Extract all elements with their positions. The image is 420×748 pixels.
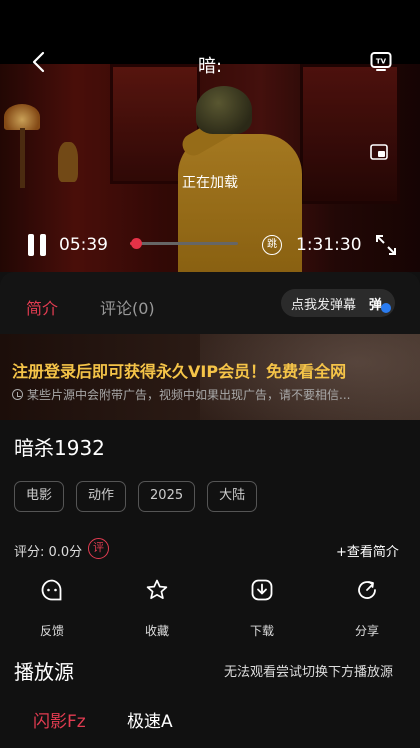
tab-comments[interactable]: 评论(0) (100, 295, 155, 319)
share-label: 分享 (354, 624, 379, 638)
download-icon (251, 579, 273, 601)
send-danmu-button[interactable]: 点我发弹幕 弹 (281, 289, 395, 317)
feedback-button[interactable]: 反馈 (22, 578, 82, 639)
danmu-check-badge (381, 303, 391, 313)
share-icon (358, 581, 376, 599)
video-title: 暗: (197, 56, 223, 77)
fullscreen-icon[interactable] (375, 234, 397, 256)
tab-intro[interactable]: 简介 (26, 295, 58, 319)
tv-cast-icon[interactable]: TV (370, 50, 392, 72)
clock-icon (12, 389, 23, 400)
loading-text: 正在加载 (182, 175, 238, 191)
banner-note: 某些片源中会附带广告，视频中如果出现广告，请不要相信... (12, 386, 350, 403)
movie-title: 暗杀1932 (14, 436, 105, 460)
svg-text:TV: TV (376, 58, 387, 66)
pause-button[interactable] (28, 234, 48, 256)
send-danmu-label: 点我发弹幕 (291, 298, 357, 313)
tag[interactable]: 动作 (76, 481, 127, 512)
tag[interactable]: 大陆 (207, 481, 258, 512)
tag-list: 电影 动作 2025 大陆 (14, 481, 258, 513)
progress-bar[interactable] (130, 238, 238, 249)
tag[interactable]: 电影 (14, 481, 65, 512)
star-icon (146, 579, 168, 600)
current-time: 05:39 (59, 235, 108, 255)
tag[interactable]: 2025 (138, 481, 196, 512)
source-item[interactable]: 闪影Fz (33, 707, 86, 732)
total-time: 1:31:30 (296, 235, 362, 255)
vip-banner[interactable]: 注册登录后即可获得永久VIP会员！免费看全网 某些片源中会附带广告，视频中如果出… (0, 334, 420, 420)
favorite-label: 收藏 (144, 624, 169, 638)
download-label: 下载 (249, 624, 274, 638)
share-button[interactable]: 分享 (337, 578, 397, 639)
view-intro-link[interactable]: +查看简介 (336, 541, 399, 560)
banner-note-text: 某些片源中会附带广告，视频中如果出现广告，请不要相信... (27, 388, 351, 402)
source-hint: 无法观看尝试切换下方播放源 (224, 665, 394, 680)
tab-bar: 简介 评论(0) 点我发弹幕 弹 (0, 272, 420, 334)
rate-icon[interactable]: 评 (88, 538, 109, 559)
banner-title: 注册登录后即可获得永久VIP会员！免费看全网 (12, 362, 347, 381)
skip-button[interactable]: 跳 (262, 235, 282, 255)
danmu-icon: 弹 (369, 294, 391, 313)
feedback-label: 反馈 (39, 624, 64, 638)
feedback-icon (41, 579, 62, 601)
rating-text: 评分: 0.0分 (14, 545, 83, 560)
pause-icon (40, 234, 46, 256)
pause-icon (28, 234, 34, 256)
picture-in-picture-icon[interactable] (370, 144, 388, 160)
source-section-title: 播放源 (14, 660, 74, 684)
video-player[interactable]: 暗: TV 正在加载 05:39 跳 1:31:30 (0, 0, 420, 272)
action-bar: 反馈 收藏 下载 分享 (0, 578, 420, 638)
source-item[interactable]: 极速A (127, 707, 173, 732)
danmu-icon-text: 弹 (369, 298, 383, 313)
download-button[interactable]: 下载 (232, 578, 292, 639)
favorite-button[interactable]: 收藏 (127, 578, 187, 639)
